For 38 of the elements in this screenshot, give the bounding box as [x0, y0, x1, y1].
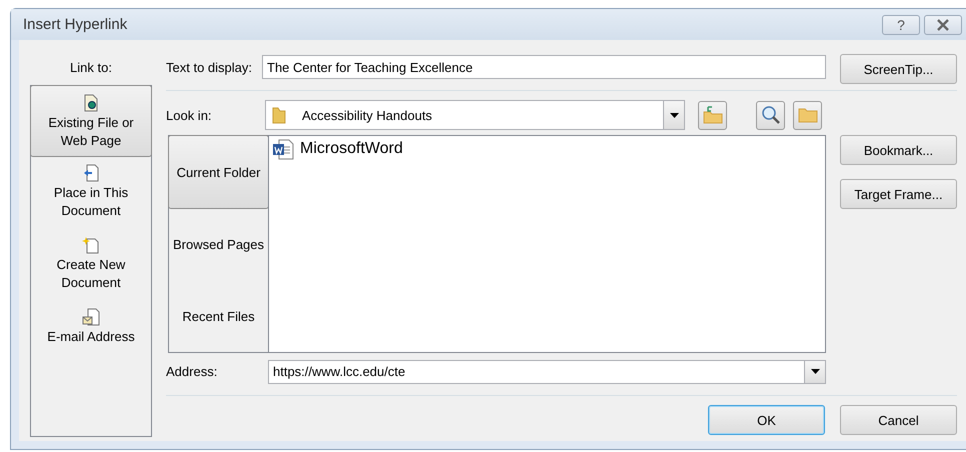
dropdown-button[interactable]: [663, 101, 684, 129]
caret-icon: [670, 112, 678, 118]
window-title: Insert Hyperlink: [23, 16, 128, 33]
text-to-display-label: Text to display:: [166, 60, 253, 74]
up-folder-button[interactable]: [698, 100, 727, 130]
look-in-dropdown[interactable]: Accessibility Handouts: [265, 100, 685, 130]
text-to-display-field[interactable]: The Center for Teaching Excellence: [262, 55, 826, 79]
cancel-button[interactable]: Cancel: [840, 405, 957, 435]
address-field[interactable]: https://www.lcc.edu/cte: [268, 360, 826, 384]
look-in-label: Look in:: [166, 108, 213, 122]
file-item[interactable]: MicrosoftWord: [272, 138, 822, 160]
folder-up-icon: [702, 106, 722, 124]
address-label: Address:: [166, 364, 218, 379]
document-arrow-icon: [83, 164, 99, 182]
close-icon: [936, 18, 950, 30]
browse-tab[interactable]: Current Folder: [168, 135, 269, 209]
screentip-button[interactable]: ScreenTip...: [840, 54, 957, 84]
document-envelope-icon: [82, 308, 100, 326]
folder-icon: [798, 107, 818, 123]
link-target-item[interactable]: Existing File or Web Page: [30, 85, 152, 157]
browse-tab[interactable]: Browsed Pages: [169, 208, 268, 280]
close-button[interactable]: [924, 14, 962, 34]
word-document-icon: [272, 138, 294, 160]
folder-icon: [272, 106, 286, 124]
link-target-item[interactable]: E-mail Address: [31, 300, 151, 372]
bookmark-button[interactable]: Bookmark...: [840, 135, 957, 165]
dropdown-button[interactable]: [804, 360, 825, 382]
browse-web-button[interactable]: [756, 100, 785, 130]
link-to-label: Link to:: [69, 60, 113, 74]
browse-file-button[interactable]: [793, 100, 822, 130]
target-frame-button[interactable]: Target Frame...: [840, 179, 957, 209]
link-target-item[interactable]: Place in This Document: [31, 156, 151, 228]
ok-button[interactable]: OK: [708, 405, 825, 435]
browse-tab[interactable]: Recent Files: [169, 280, 268, 352]
caret-icon: [810, 369, 820, 374]
help-button[interactable]: ?: [882, 14, 920, 34]
link-target-item[interactable]: Create New Document: [31, 228, 151, 300]
new-document-icon: [82, 236, 100, 254]
